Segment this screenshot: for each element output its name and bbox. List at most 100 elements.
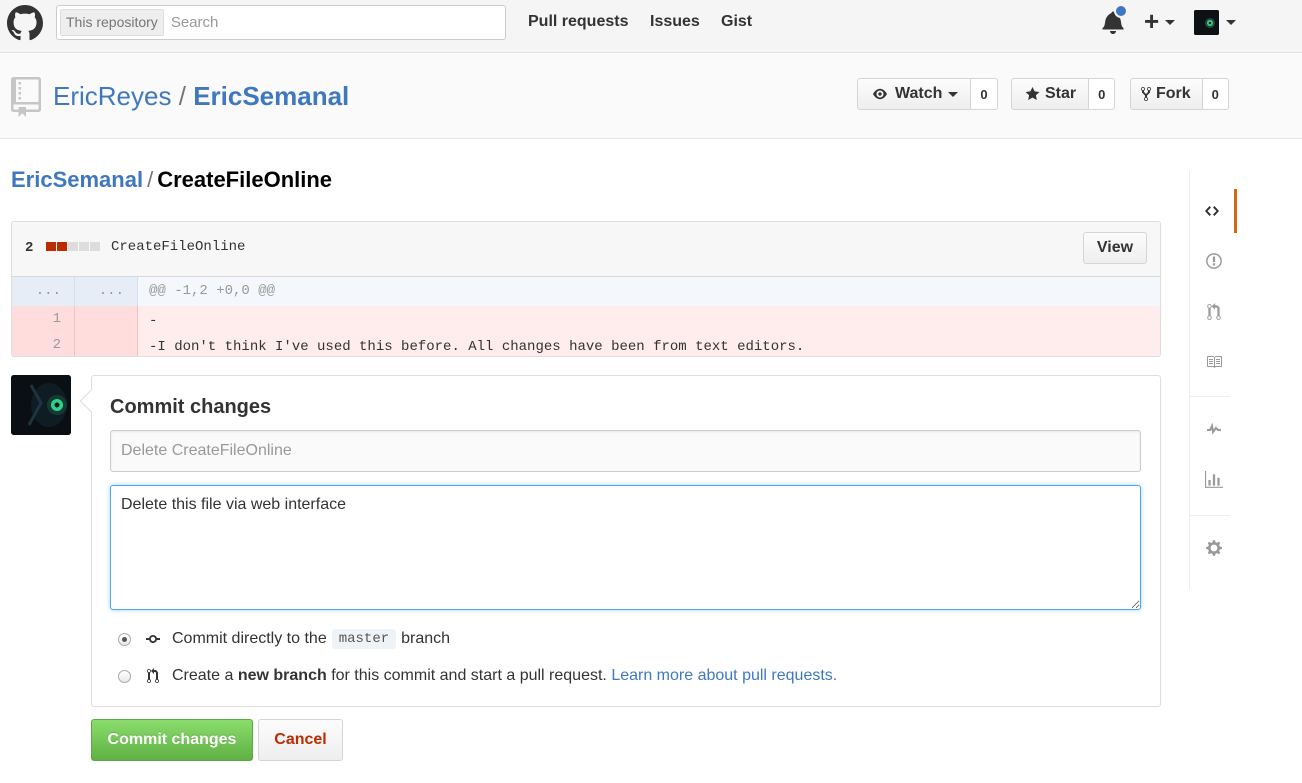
new-branch-prefix: Create a bbox=[172, 667, 234, 684]
search-box[interactable]: This repository bbox=[56, 5, 506, 40]
sidebar-item-code[interactable] bbox=[1190, 189, 1237, 233]
user-avatar[interactable] bbox=[1194, 10, 1219, 35]
repository-name-link[interactable]: EricSemanal bbox=[193, 81, 349, 111]
star-label: Star bbox=[1045, 85, 1077, 102]
breadcrumb-separator: / bbox=[147, 167, 154, 192]
new-branch-bold: new branch bbox=[237, 667, 327, 684]
diff-file-name: CreateFileOnline bbox=[111, 239, 246, 255]
view-file-button[interactable]: View bbox=[1083, 232, 1147, 264]
commit-direct-text: Commit directly to the bbox=[172, 630, 327, 647]
committer-avatar bbox=[11, 375, 71, 435]
expand-lines-old[interactable]: ... bbox=[12, 277, 75, 306]
repository-icon bbox=[11, 77, 41, 117]
commit-direct-option[interactable]: Commit directly to the master branch bbox=[118, 628, 450, 650]
nav-gist[interactable]: Gist bbox=[721, 13, 752, 31]
breadcrumb: EricSemanal / CreateFileOnline bbox=[11, 167, 332, 193]
star-button[interactable]: Star bbox=[1011, 78, 1090, 110]
diff-hunk-header: ... ... @@ -1,2 +0,0 @@ bbox=[12, 277, 1160, 306]
watch-label: Watch bbox=[895, 85, 943, 102]
diffstat-count: 2 bbox=[25, 240, 34, 256]
line-content: -I don't think I've used this before. Al… bbox=[149, 339, 805, 355]
sidebar-item-pulse[interactable] bbox=[1190, 407, 1237, 451]
fork-label: Fork bbox=[1156, 85, 1191, 102]
pulse-icon bbox=[1206, 422, 1221, 435]
new-branch-middle: for this commit and start a pull request… bbox=[331, 667, 607, 684]
watch-count[interactable]: 0 bbox=[971, 78, 998, 110]
old-line-number[interactable]: 1 bbox=[12, 306, 75, 332]
settings-icon bbox=[1205, 540, 1222, 556]
search-input[interactable] bbox=[170, 14, 471, 31]
line-content: - bbox=[149, 313, 158, 329]
wiki-icon bbox=[1206, 356, 1222, 368]
fork-icon bbox=[1141, 86, 1151, 102]
new-line-number bbox=[75, 306, 138, 332]
commit-form-title: Commit changes bbox=[110, 396, 272, 418]
repository-title: EricReyes / EricSemanal bbox=[53, 81, 349, 111]
chevron-down-icon[interactable] bbox=[1226, 20, 1236, 25]
chevron-down-icon[interactable] bbox=[1165, 20, 1175, 25]
commit-direct-suffix: branch bbox=[401, 630, 451, 647]
diffstat-deleted-block bbox=[46, 242, 56, 251]
diff-deleted-line: 2 -I don't think I've used this before. … bbox=[12, 332, 1160, 356]
commit-direct-radio[interactable] bbox=[118, 632, 131, 646]
expand-lines-new[interactable]: ... bbox=[75, 277, 138, 306]
sidebar-divider bbox=[1190, 396, 1230, 397]
cancel-button[interactable]: Cancel bbox=[258, 719, 343, 761]
sidebar-item-wiki[interactable] bbox=[1190, 340, 1237, 384]
fork-count[interactable]: 0 bbox=[1202, 78, 1229, 110]
eye-icon bbox=[873, 88, 887, 100]
nav-pull-requests[interactable]: Pull requests bbox=[528, 13, 628, 31]
repository-title-separator: / bbox=[178, 81, 186, 111]
diffstat-neutral-block bbox=[79, 242, 89, 251]
diff-file: 2 CreateFileOnline View ... ... @@ -1,2 … bbox=[11, 221, 1161, 357]
pull-request-icon bbox=[147, 668, 159, 683]
watch-button[interactable]: Watch bbox=[857, 78, 972, 110]
site-header: This repository Pull requests Issues Gis… bbox=[0, 0, 1302, 53]
sidebar-item-graphs[interactable] bbox=[1190, 458, 1237, 502]
comment-arrow bbox=[79, 389, 103, 413]
sidebar-item-settings[interactable] bbox=[1190, 526, 1237, 570]
nav-issues[interactable]: Issues bbox=[650, 13, 700, 31]
diffstat-blocks bbox=[46, 242, 100, 251]
search-scope-badge: This repository bbox=[60, 9, 164, 36]
watch-button-group: Watch 0 bbox=[857, 78, 998, 110]
learn-more-pull-requests-link[interactable]: Learn more about pull requests. bbox=[611, 667, 837, 685]
old-line-number[interactable]: 2 bbox=[12, 332, 75, 356]
fork-button[interactable]: Fork bbox=[1130, 78, 1203, 110]
commit-form: Commit changes Delete this file via web … bbox=[79, 375, 1161, 707]
chevron-down-icon bbox=[948, 91, 959, 97]
create-new-icon[interactable]: + bbox=[1144, 8, 1159, 34]
diff-deleted-line: 1 - bbox=[12, 306, 1160, 332]
star-icon bbox=[1025, 87, 1040, 100]
star-count[interactable]: 0 bbox=[1089, 78, 1116, 110]
new-branch-radio[interactable] bbox=[118, 669, 131, 683]
diff-file-header: 2 CreateFileOnline View bbox=[12, 222, 1160, 277]
code-icon bbox=[1205, 206, 1219, 216]
issue-icon bbox=[1205, 253, 1222, 269]
commit-changes-button[interactable]: Commit changes bbox=[91, 719, 253, 761]
repository-sidebar-nav bbox=[1189, 170, 1237, 590]
git-commit-icon bbox=[146, 635, 160, 643]
fork-button-group: Fork 0 bbox=[1130, 78, 1229, 110]
breadcrumb-file-name: CreateFileOnline bbox=[157, 167, 333, 192]
unread-notification-indicator bbox=[1114, 4, 1128, 18]
commit-description-input[interactable]: Delete this file via web interface bbox=[110, 485, 1141, 610]
graph-icon bbox=[1204, 471, 1223, 488]
diffstat-deleted-block bbox=[57, 242, 67, 251]
hunk-range: @@ -1,2 +0,0 @@ bbox=[149, 283, 276, 299]
github-logo-icon[interactable] bbox=[7, 5, 43, 41]
sidebar-item-issues[interactable] bbox=[1190, 239, 1237, 283]
new-line-number bbox=[75, 332, 138, 356]
repository-owner-link[interactable]: EricReyes bbox=[53, 81, 171, 111]
star-button-group: Star 0 bbox=[1011, 78, 1116, 110]
breadcrumb-repo-link[interactable]: EricSemanal bbox=[11, 167, 143, 192]
diffstat-neutral-block bbox=[90, 242, 100, 251]
sidebar-divider bbox=[1190, 515, 1230, 516]
diffstat-neutral-block bbox=[68, 242, 78, 251]
commit-summary-input[interactable] bbox=[110, 430, 1141, 472]
new-branch-option[interactable]: Create a new branch for this commit and … bbox=[118, 665, 837, 687]
branch-name-tag: master bbox=[331, 629, 397, 649]
repository-header: EricReyes / EricSemanal Watch 0 Star 0 F… bbox=[0, 53, 1302, 139]
sidebar-item-pull-requests[interactable] bbox=[1190, 290, 1237, 334]
pull-request-icon bbox=[1206, 303, 1221, 320]
